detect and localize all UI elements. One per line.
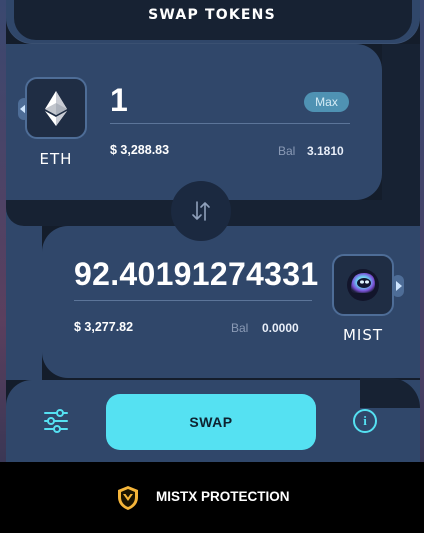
to-amount-underline [74,300,312,301]
to-usd-value: $ 3,277.82 [74,320,134,334]
mist-icon [347,269,379,301]
to-balance-label: Bal [231,321,249,335]
settings-button[interactable] [42,408,70,434]
panel-connector-left [6,200,42,380]
swap-widget: SWAP TOKENS ETH 1 Max $ 3,288.83 Bal 3.1… [0,0,424,533]
right-edge [420,0,424,533]
from-usd-value: $ 3,288.83 [110,143,170,157]
from-token-selector[interactable] [25,77,87,139]
info-icon[interactable]: i [353,409,377,433]
header: SWAP TOKENS [0,0,424,30]
to-token-selector[interactable] [332,254,394,316]
page-title: SWAP TOKENS [148,7,276,23]
swap-arrows-icon [192,201,210,221]
switch-direction-button[interactable] [171,181,231,241]
panel-gap-middle [42,200,420,226]
swap-button[interactable]: SWAP [106,394,316,450]
from-balance-label: Bal [278,144,296,158]
from-token-symbol: ETH [39,150,73,168]
from-amount-underline [110,123,350,124]
shield-icon [118,486,138,510]
to-amount-input[interactable]: 92.40191274331 [74,256,318,293]
from-amount-input[interactable]: 1 [110,82,128,119]
to-token-selector-handle[interactable] [392,275,404,297]
ethereum-icon [45,91,67,126]
sliders-icon [44,409,68,433]
panel-gap-right [382,44,420,226]
max-button[interactable]: Max [304,92,349,112]
to-token-symbol: MIST [342,326,384,344]
to-balance-value: 0.0000 [262,321,299,335]
from-balance-value: 3.1810 [307,144,344,158]
protection-label[interactable]: MISTX PROTECTION [156,489,290,504]
